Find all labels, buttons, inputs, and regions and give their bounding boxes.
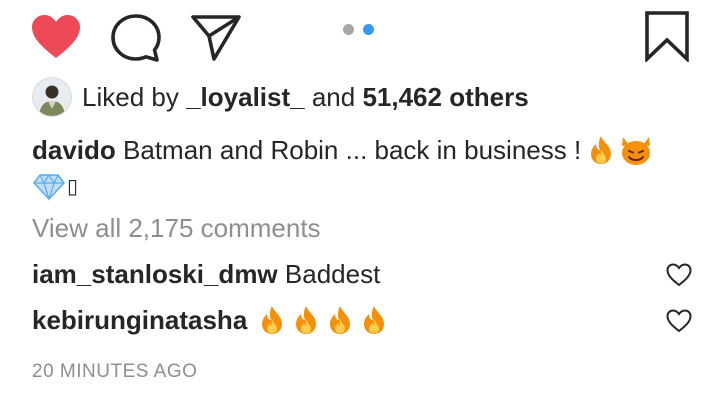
caption-username[interactable]: davido [32, 132, 116, 168]
liker-username[interactable]: _loyalist_ [186, 82, 305, 112]
likes-row: Liked by _loyalist_ and 51,462 others [32, 76, 529, 118]
caption-text: Batman and Robin ... back in business ! [123, 135, 582, 165]
likes-summary: Liked by _loyalist_ and 51,462 others [82, 82, 529, 113]
comment-text-line: iam_stanloski_dmw Baddest [32, 259, 380, 290]
caption-trailing-glyph: ▯ [67, 176, 79, 198]
comment-like-heart-icon[interactable] [666, 263, 692, 287]
fire-emoji-icon [591, 136, 612, 164]
post-timestamp: 20 MINUTES AGO [32, 361, 198, 382]
fire-emoji-icon [327, 305, 353, 335]
heart-filled-icon[interactable] [30, 14, 82, 60]
bookmark-icon[interactable] [644, 10, 690, 62]
likes-connector: and [311, 81, 356, 112]
comment-username[interactable]: iam_stanloski_dmw [32, 259, 278, 290]
post-caption: davido Batman and Robin ... back in busi… [32, 132, 692, 205]
comment-body: Baddest [284, 258, 381, 289]
caption-line: ▯ [32, 169, 692, 205]
likes-prefix: Liked by [82, 81, 179, 112]
fire-emoji-icon [361, 305, 387, 335]
caption-line: davido Batman and Robin ... back in busi… [32, 132, 692, 168]
fire-emoji-icon [293, 305, 319, 335]
comment-text-line: kebirunginatasha [32, 305, 387, 336]
view-all-comments-link[interactable]: View all 2,175 comments [32, 213, 321, 244]
paper-plane-icon[interactable] [190, 13, 242, 61]
post-action-bar [0, 0, 720, 80]
carousel-indicator [343, 24, 377, 36]
fire-emoji-icon [259, 305, 285, 335]
comment-like-heart-icon[interactable] [666, 309, 692, 333]
liker-avatar[interactable] [32, 77, 72, 117]
avatar-image [33, 78, 71, 116]
carousel-dot [363, 24, 374, 35]
gem-emoji-icon [33, 173, 65, 201]
likes-others-count[interactable]: 51,462 others [362, 82, 528, 112]
comment-row: iam_stanloski_dmw Baddest [32, 256, 692, 292]
comment-row: kebirunginatasha [32, 302, 692, 338]
comment-emojis [259, 305, 387, 335]
carousel-dot [343, 24, 354, 35]
smiling-devil-emoji-icon [622, 137, 651, 165]
comment-username[interactable]: kebirunginatasha [32, 305, 247, 336]
speech-bubble-icon[interactable] [110, 13, 162, 63]
